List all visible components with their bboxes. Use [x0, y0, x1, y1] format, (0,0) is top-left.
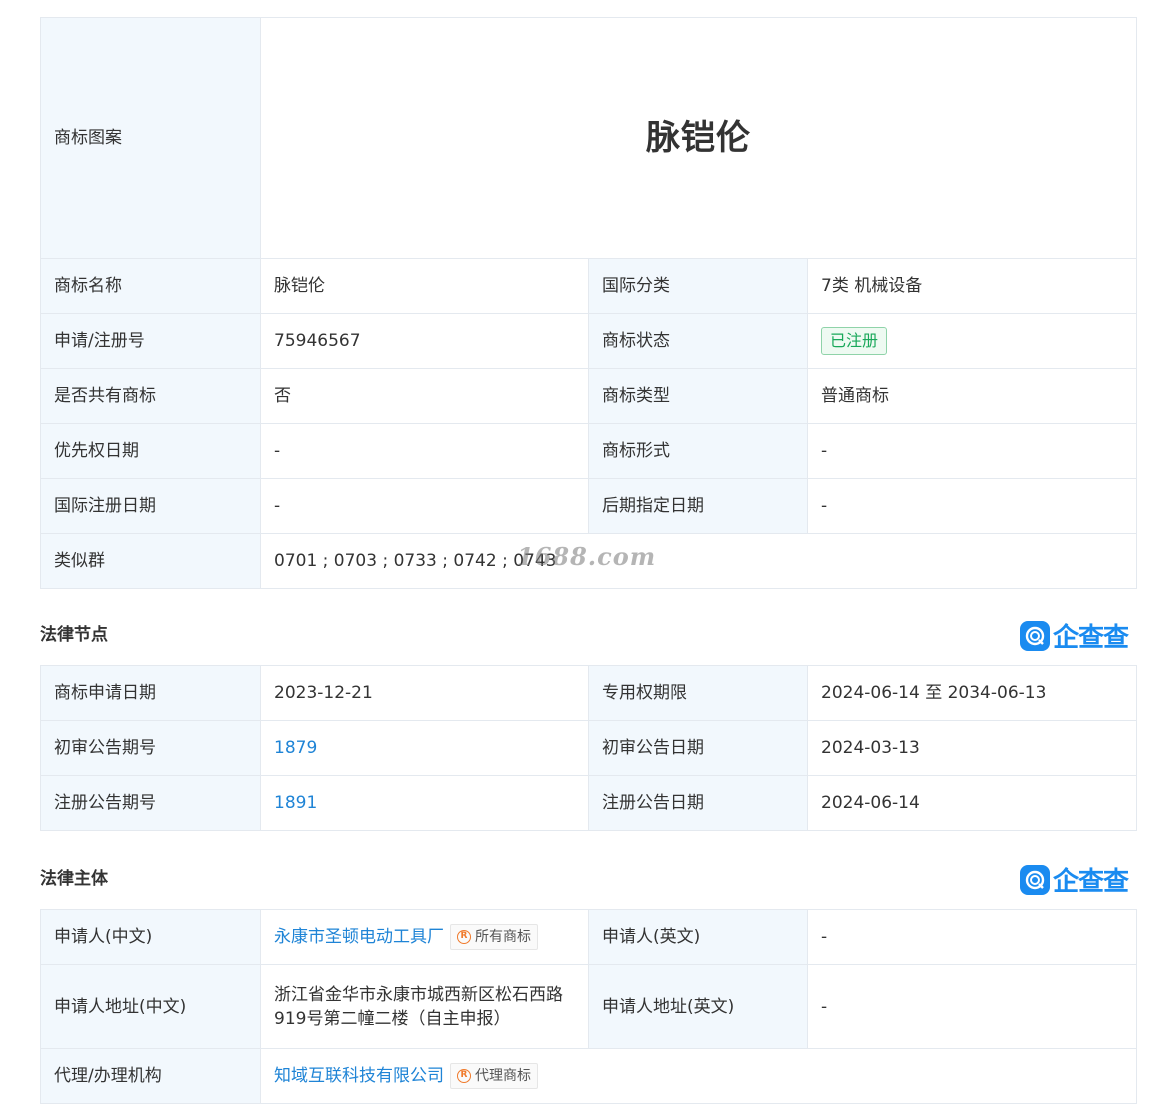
legal-entity-title: 法律主体 — [40, 869, 108, 889]
qcc-brand-text: 企查查 — [1053, 623, 1129, 653]
type-label: 商标类型 — [588, 368, 808, 424]
reg-number-label: 申请/注册号 — [40, 313, 261, 369]
applicant-cn-link[interactable]: 永康市圣顿电动工具厂 — [274, 927, 444, 947]
intl-class-label: 国际分类 — [588, 258, 808, 314]
trademark-name-label: 商标名称 — [40, 258, 261, 314]
similar-group-value: 0701 ; 0703 ; 0733 ; 0742 ; 0743 — [260, 533, 1137, 589]
address-cn-value: 浙江省金华市永康市城西新区松石西路919号第二幢二楼（自主申报） — [260, 964, 589, 1049]
type-value: 普通商标 — [807, 368, 1137, 424]
shared-label: 是否共有商标 — [40, 368, 261, 424]
agent-trademarks-label: 代理商标 — [475, 1068, 531, 1084]
qcc-brand[interactable]: 企查查 — [1020, 617, 1129, 654]
shared-value: 否 — [260, 368, 589, 424]
trademark-logo-text: 脉铠伦 — [260, 17, 1137, 259]
intl-class-value: 7类 机械设备 — [807, 258, 1137, 314]
qcc-logo-icon — [1020, 620, 1050, 651]
apply-date-label: 商标申请日期 — [40, 665, 261, 721]
legal-entity-table: 申请人(中文) 永康市圣顿电动工具厂 R 所有商标 申请人(英文) - 申请人地址(… — [40, 909, 1137, 1104]
later-designation-value: - — [807, 478, 1137, 534]
exclusive-term-value: 2024-06-14 至 2034-06-13 — [807, 665, 1137, 721]
form-value: - — [807, 423, 1137, 479]
agent-trademarks-button[interactable]: R 代理商标 — [450, 1063, 538, 1089]
applicant-en-label: 申请人(英文) — [588, 909, 808, 965]
qcc-brand-2[interactable]: 企查查 — [1020, 861, 1129, 898]
address-en-label: 申请人地址(英文) — [588, 964, 808, 1049]
priority-date-value: - — [260, 423, 589, 479]
form-label: 商标形式 — [588, 423, 808, 479]
intl-reg-date-label: 国际注册日期 — [40, 478, 261, 534]
exclusive-term-label: 专用权期限 — [588, 665, 808, 721]
agent-link[interactable]: 知域互联科技有限公司 — [274, 1066, 444, 1086]
reg-date-value: 2024-06-14 — [807, 775, 1137, 831]
prelim-issue-link[interactable]: 1879 — [274, 738, 317, 758]
trademark-info-table: 商标图案 脉铠伦 商标名称 脉铠伦 国际分类 7类 机械设备 申请/注册号 75… — [40, 17, 1137, 589]
status-badge: 已注册 — [821, 327, 888, 355]
status-label: 商标状态 — [588, 313, 808, 369]
qcc-brand-text: 企查查 — [1053, 867, 1129, 897]
reg-number-value: 75946567 — [260, 313, 589, 369]
address-cn-label: 申请人地址(中文) — [40, 964, 261, 1049]
apply-date-value: 2023-12-21 — [260, 665, 589, 721]
logo-label: 商标图案 — [40, 17, 261, 259]
legal-nodes-table: 商标申请日期 2023-12-21 专用权期限 2024-06-14 至 203… — [40, 665, 1137, 831]
trademark-name-value: 脉铠伦 — [260, 258, 589, 314]
later-designation-label: 后期指定日期 — [588, 478, 808, 534]
priority-date-label: 优先权日期 — [40, 423, 261, 479]
agent-label: 代理/办理机构 — [40, 1048, 261, 1104]
applicant-cn-label: 申请人(中文) — [40, 909, 261, 965]
all-trademarks-label: 所有商标 — [475, 929, 531, 945]
prelim-date-value: 2024-03-13 — [807, 720, 1137, 776]
reg-issue-link[interactable]: 1891 — [274, 793, 317, 813]
applicant-en-value: - — [807, 909, 1137, 965]
registered-r-icon: R — [457, 930, 471, 944]
qcc-logo-icon — [1020, 864, 1050, 895]
reg-issue-label: 注册公告期号 — [40, 775, 261, 831]
registered-r-icon: R — [457, 1069, 471, 1083]
similar-group-label: 类似群 — [40, 533, 261, 589]
prelim-date-label: 初审公告日期 — [588, 720, 808, 776]
intl-reg-date-value: - — [260, 478, 589, 534]
prelim-issue-label: 初审公告期号 — [40, 720, 261, 776]
all-trademarks-button[interactable]: R 所有商标 — [450, 924, 538, 950]
legal-nodes-title: 法律节点 — [40, 625, 108, 645]
reg-date-label: 注册公告日期 — [588, 775, 808, 831]
address-en-value: - — [807, 964, 1137, 1049]
